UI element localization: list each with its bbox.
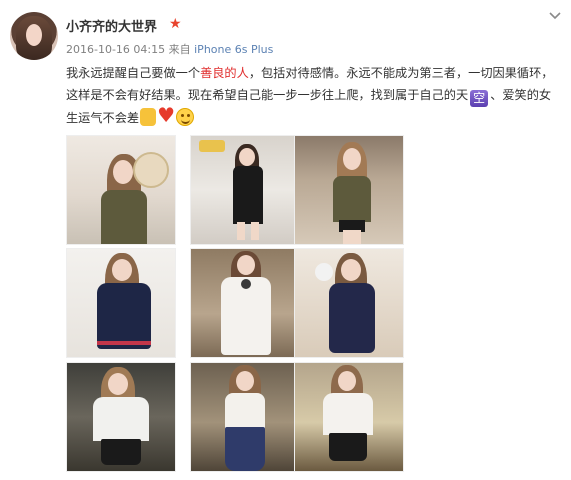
- photo-3[interactable]: [294, 135, 404, 245]
- photo-2[interactable]: [190, 135, 300, 245]
- username[interactable]: 小齐齐的大世界: [66, 16, 157, 35]
- photo-1[interactable]: [66, 135, 176, 245]
- photo-4[interactable]: [66, 248, 176, 358]
- chevron-down-icon[interactable]: [548, 10, 562, 22]
- photo-6[interactable]: [294, 248, 404, 358]
- photo-8[interactable]: [190, 362, 300, 472]
- photo-5[interactable]: [190, 248, 300, 358]
- kong-emoji: 空: [470, 90, 489, 107]
- post-meta: 2016-10-16 04:15 来自 iPhone 6s Plus: [66, 41, 273, 57]
- photo-9[interactable]: [294, 362, 404, 472]
- from-label: 来自: [168, 43, 191, 56]
- star-icon: ★: [169, 16, 182, 32]
- photo-7[interactable]: [66, 362, 176, 472]
- post-text-part1: 我永远提醒自己要做一个: [66, 66, 201, 80]
- heart-icon: [157, 104, 175, 126]
- avatar[interactable]: [10, 12, 58, 60]
- post-time[interactable]: 2016-10-16 04:15: [66, 43, 165, 56]
- avatar-face: [26, 24, 42, 46]
- smile-icon: [176, 108, 195, 126]
- rock-hand-icon: [140, 108, 157, 126]
- highlight-text[interactable]: 善良的人: [200, 66, 249, 80]
- post-source[interactable]: iPhone 6s Plus: [194, 43, 273, 56]
- post-text: 我永远提醒自己要做一个善良的人，包括对待感情。永远不能成为第三者，一切因果循环，…: [66, 62, 561, 129]
- weibo-post-card: 小齐齐的大世界 ★ 2016-10-16 04:15 来自 iPhone 6s …: [0, 0, 571, 480]
